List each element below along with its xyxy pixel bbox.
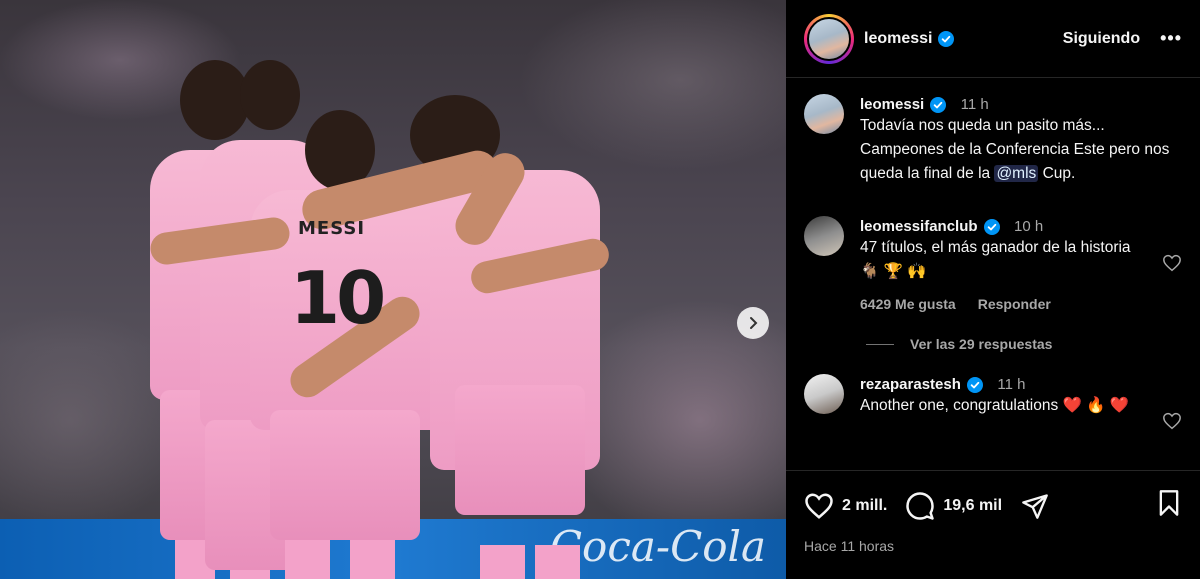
comments-count[interactable]: 19,6 mil — [943, 497, 1002, 515]
post-header: leomessi Siguiendo ••• — [786, 0, 1200, 78]
reply-button[interactable]: Responder — [978, 296, 1051, 312]
post-timestamp[interactable]: Hace 11 horas — [804, 538, 1182, 554]
mention-link[interactable]: @mls — [994, 165, 1039, 182]
comment-button[interactable]: 19,6 mil — [905, 491, 1002, 521]
verified-badge-icon — [983, 218, 1000, 235]
comments-list: leomessi 11 h Todavía nos queda un pasit… — [786, 94, 1200, 430]
like-button[interactable]: 2 mill. — [804, 492, 887, 520]
comment-likes[interactable]: 6429 Me gusta — [860, 296, 956, 312]
heart-icon[interactable] — [1162, 254, 1182, 272]
avatar[interactable] — [804, 94, 844, 134]
chevron-right-icon — [750, 317, 758, 329]
comment-text: Another one, congratulations ❤️ 🔥 ❤️ — [860, 397, 1130, 414]
caption-time[interactable]: 11 h — [961, 96, 989, 113]
avatar[interactable] — [804, 374, 844, 414]
avatar[interactable] — [804, 216, 844, 256]
share-button[interactable] — [1020, 492, 1058, 520]
caption: leomessi 11 h Todavía nos queda un pasit… — [804, 94, 1182, 186]
view-replies-button[interactable]: Ver las 29 respuestas — [866, 336, 1182, 352]
post-image[interactable]: Coca-Cola MESSI 10 — [0, 0, 786, 579]
comment-bubble-icon — [906, 491, 935, 520]
verified-badge-icon — [938, 30, 955, 47]
post-author-name[interactable]: leomessi — [864, 30, 932, 48]
comment-author[interactable]: leomessifanclub — [860, 218, 1000, 235]
more-options-icon[interactable]: ••• — [1160, 28, 1182, 49]
comment-time[interactable]: 10 h — [1014, 218, 1043, 235]
view-replies-label[interactable]: Ver las 29 respuestas — [910, 336, 1052, 352]
post-sidebar: leomessi Siguiendo ••• leomessi 11 h Tod… — [786, 0, 1200, 579]
caption-author[interactable]: leomessi — [860, 96, 947, 113]
replies-divider — [866, 343, 894, 345]
post-actions: 2 mill. 19,6 mil Hace 11 horas — [786, 470, 1200, 579]
comment-meta: 6429 Me gusta Responder — [860, 296, 1150, 312]
likes-count[interactable]: 2 mill. — [842, 497, 887, 515]
next-image-button[interactable] — [737, 307, 769, 339]
caption-text: Todavía nos queda un pasito más... Campe… — [860, 114, 1180, 186]
caption-author-name[interactable]: leomessi — [860, 96, 924, 113]
comment-text: 47 títulos, el más ganador de la histori… — [860, 239, 1131, 280]
following-button[interactable]: Siguiendo — [1063, 30, 1140, 48]
jersey-number: 10 — [290, 256, 386, 340]
heart-icon — [805, 492, 833, 519]
avatar[interactable] — [807, 16, 851, 61]
paper-plane-icon — [1022, 493, 1048, 519]
verified-badge-icon — [930, 96, 947, 113]
post-author[interactable]: leomessi — [864, 30, 955, 48]
comment-item: leomessifanclub 10 h 47 títulos, el más … — [804, 216, 1182, 312]
verified-badge-icon — [966, 376, 983, 393]
comment-author[interactable]: rezaparastesh — [860, 376, 983, 393]
heart-icon[interactable] — [1162, 412, 1182, 430]
comment-item: rezaparastesh 11 h Another one, congratu… — [804, 374, 1182, 430]
caption-text-part: Cup. — [1038, 165, 1076, 182]
comment-time[interactable]: 11 h — [997, 376, 1025, 393]
save-button[interactable] — [1156, 489, 1182, 522]
comment-author-name[interactable]: rezaparastesh — [860, 376, 961, 393]
jersey-name: MESSI — [298, 218, 366, 239]
bookmark-icon — [1159, 490, 1179, 516]
comment-author-name[interactable]: leomessifanclub — [860, 218, 978, 235]
story-ring[interactable] — [804, 13, 854, 64]
